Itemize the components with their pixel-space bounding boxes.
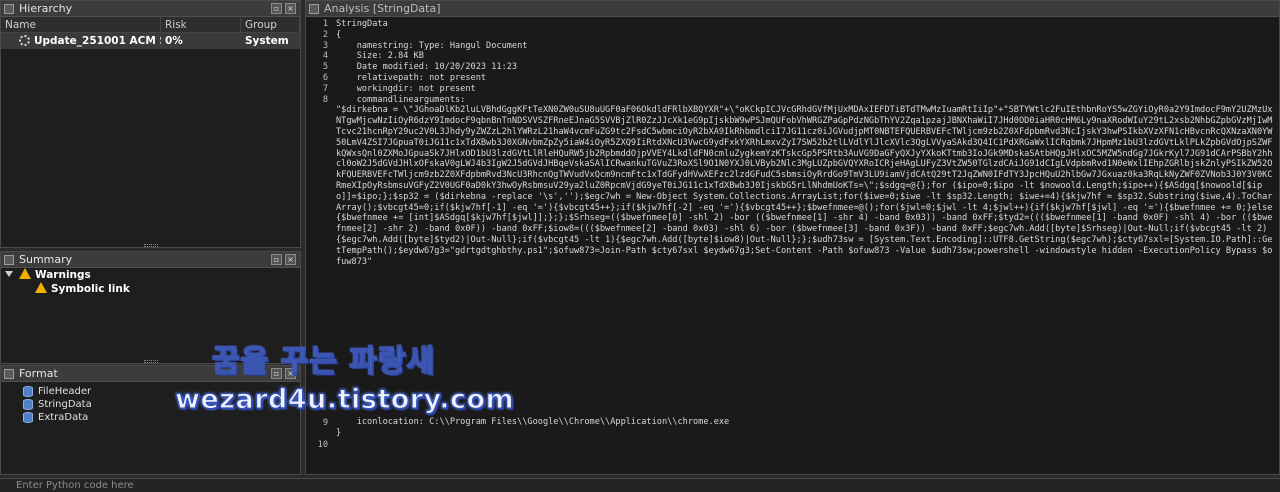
line-number [306,278,328,289]
line-number [306,105,328,116]
panel-icon [4,4,14,14]
code-line: { [336,29,342,40]
line-number [306,257,328,268]
code-line: StringData [336,19,388,29]
hierarchy-table-header: Name Risk Group [1,17,300,33]
code-line: } [336,428,342,439]
expand-arrow-icon[interactable] [5,271,13,277]
code-line: commandlinearguments: [336,94,466,105]
close-icon[interactable]: × [285,254,296,265]
line-number [306,289,328,300]
summary-title-bar[interactable]: Summary ▫ × [1,252,300,268]
format-item-label: ExtraData [38,412,89,423]
panel-icon [4,255,14,265]
hierarchy-panel: Hierarchy ▫ × Name Risk Group Update_251… [0,0,301,248]
line-number: 10 [317,440,328,451]
resize-handle[interactable] [143,244,158,247]
column-header-group[interactable]: Group [241,17,300,32]
line-number [306,224,328,235]
code-line: Size: 2.84 KB [336,51,424,62]
line-number [306,159,328,170]
close-icon[interactable]: × [285,3,296,14]
line-number [306,300,328,311]
line-number [306,138,328,149]
row-name-cell: Update_251001 ACM S... [1,33,161,49]
line-number [306,149,328,160]
line-number [306,429,328,440]
column-header-risk[interactable]: Risk [161,17,241,32]
hierarchy-title-bar[interactable]: Hierarchy ▫ × [1,1,300,17]
format-title: Format [19,367,58,380]
panel-icon [309,4,319,14]
line-number [306,181,328,192]
row-group: System [245,35,289,47]
warning-icon [19,268,31,279]
code-lines: StringData { namestring: Type: Hangul Do… [336,19,1273,439]
database-icon [23,386,33,397]
row-risk: 0% [165,35,183,47]
python-input[interactable]: Enter Python code here [0,478,1280,492]
row-name: Update_251001 ACM S... [34,35,161,47]
gear-icon [19,35,30,46]
watermark-url: wezard4u.tistory.com [174,383,515,415]
line-number: 2 [322,29,328,40]
line-number [306,267,328,278]
line-number [306,311,328,322]
line-number [306,321,328,332]
column-header-name[interactable]: Name [1,17,161,32]
line-number [306,127,328,138]
tree-item-symbolic-link[interactable]: Symbolic link [1,282,300,296]
float-icon[interactable]: ▫ [271,3,282,14]
tree-item-warnings[interactable]: Warnings [1,268,300,282]
panel-buttons: ▫ × [271,254,296,265]
database-icon [23,399,33,410]
line-number [306,116,328,127]
line-number [306,213,328,224]
panel-buttons: ▫ × [271,3,296,14]
analysis-title: Analysis [StringData] [324,2,441,15]
code-line: relativepath: not present [336,72,487,83]
line-number: 1 [322,19,328,29]
analysis-title-bar[interactable]: Analysis [StringData] [306,1,1279,17]
code-line: namestring: Type: Hangul Document [336,40,528,51]
line-number: 4 [322,51,328,62]
warning-icon [35,282,47,293]
command-line-arguments-value: "$dirkebna = \"JGhoaDlKb2luLVBhdGggKFtTe… [336,105,1273,267]
line-number [306,246,328,257]
hierarchy-title: Hierarchy [19,2,73,15]
format-item-label: FileHeader [38,386,92,397]
line-number [306,235,328,246]
line-number: 7 [322,83,328,94]
format-panel: Format ▫ × FileHeader StringData ExtraDa… [0,365,301,475]
watermark-title: 꿈을 꾸는 파랑새 [211,343,436,379]
line-number: 9 [322,418,328,429]
format-item-label: StringData [38,399,92,410]
float-icon[interactable]: ▫ [271,254,282,265]
line-number: 6 [322,72,328,83]
resize-handle[interactable] [143,360,158,363]
database-icon [23,412,33,423]
symbolic-link-label: Symbolic link [51,283,130,295]
code-line: iconlocation: C:\\Program Files\\Google\… [336,417,730,428]
table-row[interactable]: Update_251001 ACM S... 0% System [1,33,300,49]
code-line: workingdir: not present [336,83,476,94]
line-number [306,203,328,214]
line-number: 5 [322,62,328,73]
line-number [306,170,328,181]
panel-icon [4,369,14,379]
code-line: Date modified: 10/20/2023 11:23 [336,62,518,73]
summary-title: Summary [19,253,73,266]
line-number: 3 [322,40,328,51]
line-number [306,192,328,203]
warnings-label: Warnings [35,269,91,281]
line-number: 8 [322,94,328,105]
